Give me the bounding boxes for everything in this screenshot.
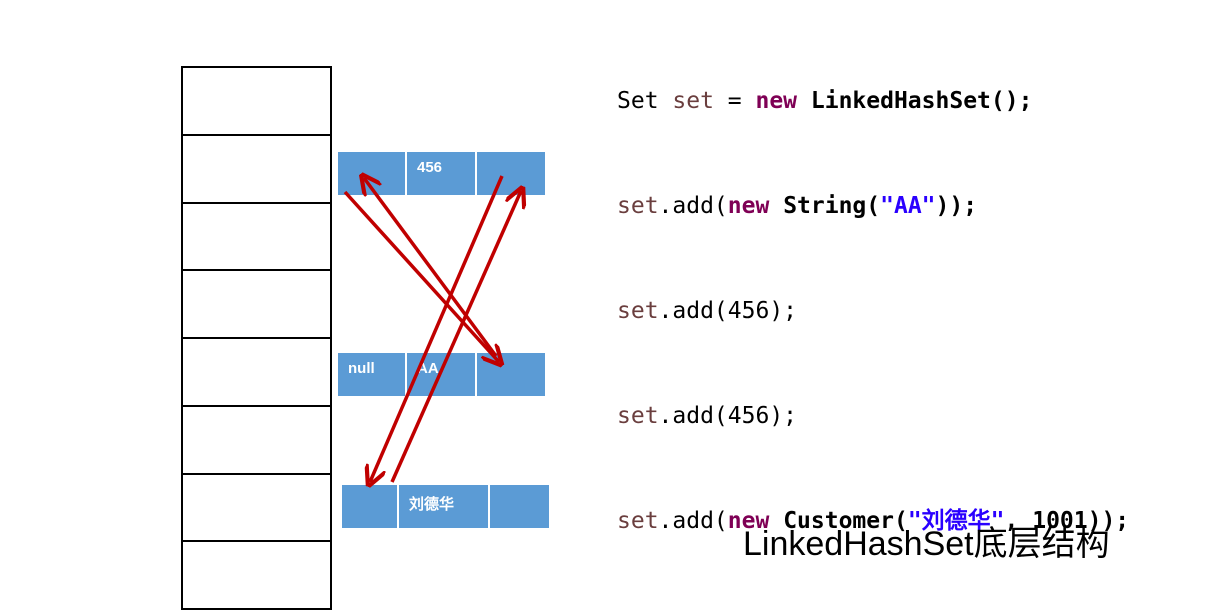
code-line: Set set = new LinkedHashSet();	[617, 84, 1129, 119]
arrow-aa-to-456	[343, 190, 499, 362]
code-token: =	[713, 88, 756, 114]
code-block: Set set = new LinkedHashSet(); set.add(n…	[617, 14, 1129, 574]
code-token: .add(	[658, 508, 728, 534]
code-line: set.add(456);	[617, 294, 1129, 329]
code-token: set	[617, 193, 659, 219]
code-token: Set	[617, 88, 673, 114]
code-token: set	[617, 298, 659, 324]
code-token: set	[672, 88, 714, 114]
code-token: ));	[935, 193, 978, 219]
code-token: LinkedHashSet();	[797, 88, 1033, 114]
code-token: .add(	[658, 193, 728, 219]
code-line: set.add(456);	[617, 399, 1129, 434]
code-token: new	[727, 193, 770, 219]
code-token: set	[617, 508, 659, 534]
code-token: String(	[769, 193, 881, 219]
arrow-456-to-aa	[364, 178, 498, 358]
arrow-liudehua-to-456	[390, 191, 521, 483]
code-token: new	[755, 88, 798, 114]
code-token: .add(456);	[658, 403, 798, 429]
code-token: .add(456);	[658, 298, 798, 324]
code-line: set.add(new String("AA"));	[617, 189, 1129, 224]
code-token: "AA"	[880, 193, 936, 219]
diagram-caption: LinkedHashSet底层结构	[743, 525, 1110, 563]
arrow-456-to-liudehua	[370, 175, 504, 482]
code-token: set	[617, 403, 659, 429]
